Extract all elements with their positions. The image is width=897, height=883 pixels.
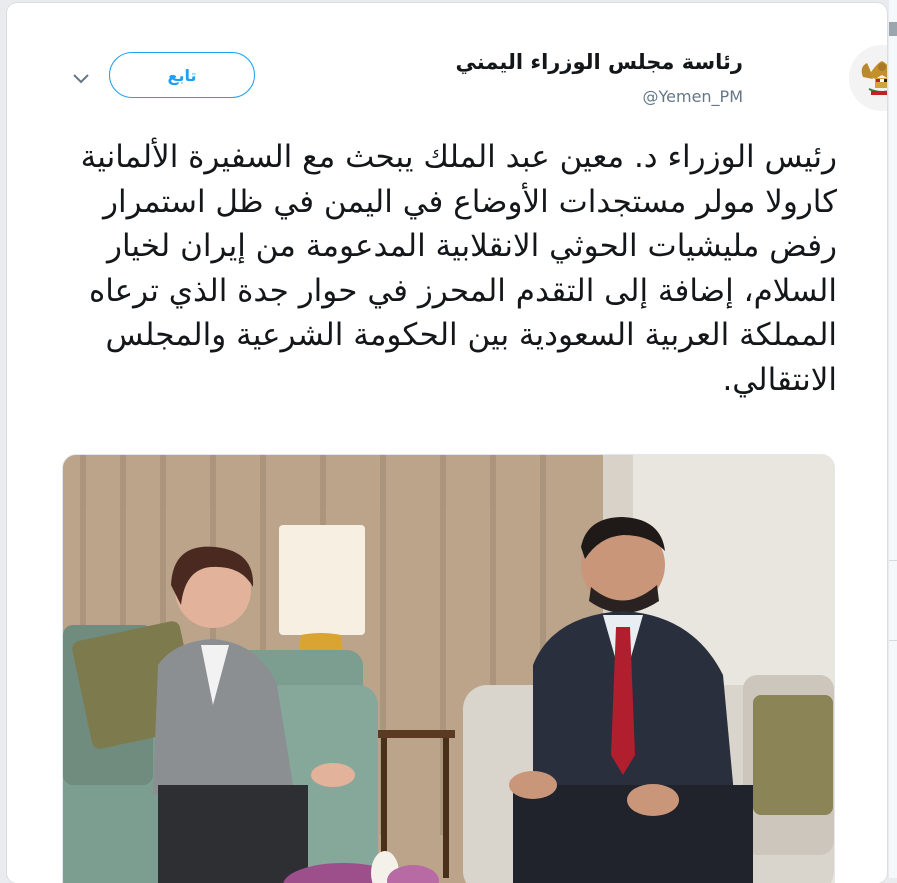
- background-divider: [889, 560, 897, 561]
- user-handle[interactable]: @Yemen_PM: [642, 87, 743, 106]
- background-page-edge: [889, 0, 897, 878]
- display-name[interactable]: رئاسة مجلس الوزراء اليمني: [456, 50, 744, 74]
- avatar[interactable]: [849, 45, 887, 111]
- tweet-text: رئيس الوزراء د. معين عبد الملك يبحث مع ا…: [80, 139, 837, 398]
- tweet-photo[interactable]: [62, 454, 835, 883]
- background-glyph: [889, 22, 897, 36]
- yemen-emblem-icon: [849, 45, 887, 111]
- meeting-photo: [63, 455, 834, 883]
- tweet-card: تابع رئاسة مجلس الوزراء اليمني @Yemen_PM…: [7, 3, 887, 883]
- chevron-down-icon[interactable]: [67, 65, 95, 93]
- follow-button[interactable]: تابع: [109, 52, 255, 98]
- background-divider: [889, 640, 897, 641]
